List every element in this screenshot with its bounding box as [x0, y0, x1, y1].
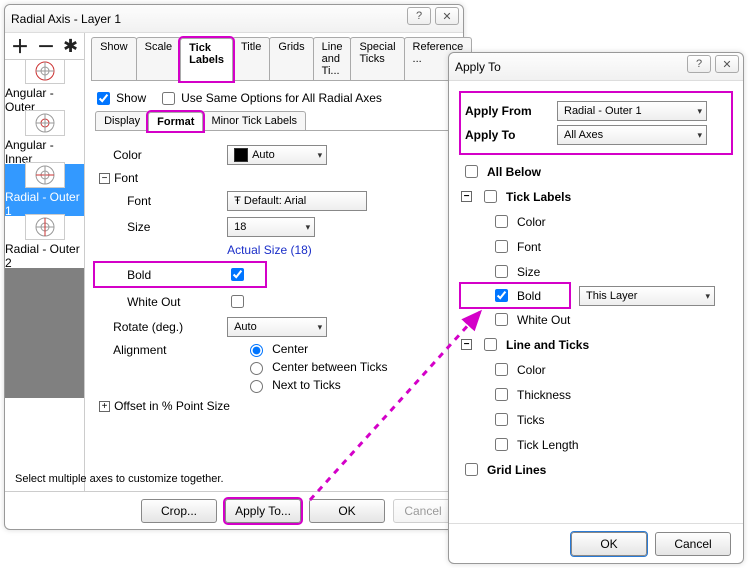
apply-to-select[interactable]: All Axes [557, 125, 707, 145]
sidebar-empty [5, 268, 84, 398]
apply-from-label: Apply From [465, 104, 557, 118]
close-button[interactable]: ✕ [435, 7, 459, 25]
axis-item-radial-outer-2[interactable]: Radial - Outer 2 [5, 216, 84, 268]
apply-to-label: Apply To [465, 128, 557, 142]
opt-size-checkbox[interactable] [495, 265, 508, 278]
font-select[interactable]: Ŧ Default: Arial [227, 191, 367, 211]
show-checkbox[interactable] [97, 92, 110, 105]
ok-button[interactable]: OK [309, 499, 385, 523]
apply-titlebar: Apply To ? ✕ [449, 53, 743, 81]
size-label: Size [95, 220, 227, 234]
subtab-minor[interactable]: Minor Tick Labels [202, 111, 306, 130]
color-label: Color [95, 148, 227, 162]
tab-special-ticks[interactable]: Special Ticks [350, 37, 404, 80]
main-footer: Crop... Apply To... OK Cancel [5, 491, 463, 529]
opt-color-checkbox[interactable] [495, 215, 508, 228]
whiteout-label: White Out [95, 295, 227, 309]
gridlines-checkbox[interactable] [465, 463, 478, 476]
axis-sidebar: ＋ － ✱ Angular - Outer Angular - Inner Ra… [5, 33, 85, 491]
cancel-button[interactable]: Cancel [393, 499, 453, 523]
main-titlebar: Radial Axis - Layer 1 ? ✕ [5, 5, 463, 33]
polar-icon [25, 59, 65, 84]
scope-select[interactable]: This Layer [579, 286, 715, 306]
font-label: Font [95, 194, 227, 208]
lt-ticks-checkbox[interactable] [495, 413, 508, 426]
lineticks-checkbox[interactable] [484, 338, 497, 351]
opt-bold-checkbox[interactable] [495, 289, 508, 302]
apply-cancel-button[interactable]: Cancel [655, 532, 731, 556]
polar-icon [25, 162, 65, 188]
axis-item-radial-outer-1[interactable]: Radial - Outer 1 [5, 164, 84, 216]
subtab-display[interactable]: Display [95, 111, 149, 130]
apply-to-dialog: Apply To ? ✕ Apply From Radial - Outer 1… [448, 52, 744, 564]
sidebar-toolbar: ＋ － ✱ [5, 33, 84, 59]
color-select[interactable]: Auto [227, 145, 327, 165]
status-line: Select multiple axes to customize togeth… [15, 473, 224, 485]
polar-icon [25, 214, 65, 240]
help-button[interactable]: ? [407, 7, 431, 25]
right-pane: Show Scale Tick Labels Title Grids Line … [85, 33, 477, 491]
offset-label: Offset in % Point Size [114, 399, 230, 413]
help-button[interactable]: ? [687, 55, 711, 73]
color-swatch [234, 148, 248, 162]
collapse-icon[interactable]: − [461, 339, 472, 350]
axis-label: Radial - Outer 2 [5, 242, 84, 270]
lt-color-checkbox[interactable] [495, 363, 508, 376]
sub-tabs: Display Format Minor Tick Labels [95, 111, 467, 131]
align-center-radio[interactable] [250, 344, 263, 357]
collapse-icon[interactable]: − [99, 173, 110, 184]
all-below-checkbox[interactable] [465, 165, 478, 178]
tab-show[interactable]: Show [91, 37, 137, 80]
close-button[interactable]: ✕ [715, 55, 739, 73]
whiteout-checkbox[interactable] [231, 295, 244, 308]
opt-font-checkbox[interactable] [495, 240, 508, 253]
tab-title[interactable]: Title [232, 37, 270, 80]
apply-footer: OK Cancel [449, 523, 743, 563]
align-between-radio[interactable] [250, 362, 263, 375]
radial-axis-dialog: Radial Axis - Layer 1 ? ✕ ＋ － ✱ Angular … [4, 4, 464, 530]
polar-icon [25, 110, 65, 136]
opt-whiteout-checkbox[interactable] [495, 313, 508, 326]
font-group-label: Font [114, 171, 138, 185]
gear-icon[interactable]: ✱ [63, 36, 78, 57]
lt-thickness-checkbox[interactable] [495, 388, 508, 401]
axis-list[interactable]: Angular - Outer Angular - Inner Radial -… [5, 59, 84, 491]
tab-grids[interactable]: Grids [269, 37, 313, 80]
subtab-format[interactable]: Format [148, 112, 203, 131]
align-label: Alignment [95, 343, 227, 357]
crop-button[interactable]: Crop... [141, 499, 217, 523]
apply-ok-button[interactable]: OK [571, 532, 647, 556]
show-check[interactable]: Show [97, 91, 146, 105]
lt-ticklen-checkbox[interactable] [495, 438, 508, 451]
size-select[interactable]: 18 [227, 217, 315, 237]
collapse-icon[interactable]: − [461, 191, 472, 202]
rotate-select[interactable]: Auto [227, 317, 327, 337]
same-options-checkbox[interactable] [162, 92, 175, 105]
main-title: Radial Axis - Layer 1 [11, 12, 121, 26]
apply-title: Apply To [455, 60, 501, 74]
bold-label: Bold [95, 268, 227, 282]
tab-scale[interactable]: Scale [136, 37, 182, 80]
minus-icon[interactable]: － [37, 33, 55, 59]
ticklabels-checkbox[interactable] [484, 190, 497, 203]
same-options-check[interactable]: Use Same Options for All Radial Axes [162, 91, 382, 105]
align-next-radio[interactable] [250, 380, 263, 393]
apply-from-select[interactable]: Radial - Outer 1 [557, 101, 707, 121]
tab-tick-labels[interactable]: Tick Labels [180, 38, 233, 81]
axis-item-angular-outer[interactable]: Angular - Outer [5, 60, 84, 112]
axis-item-angular-inner[interactable]: Angular - Inner [5, 112, 84, 164]
tab-line-and-ticks[interactable]: Line and Ti... [313, 37, 352, 80]
rotate-label: Rotate (deg.) [95, 320, 227, 334]
bold-checkbox[interactable] [231, 268, 244, 281]
actual-size-link[interactable]: Actual Size (18) [227, 243, 312, 257]
plus-icon[interactable]: ＋ [11, 33, 29, 59]
apply-to-button[interactable]: Apply To... [225, 499, 301, 523]
main-tabs: Show Scale Tick Labels Title Grids Line … [91, 37, 471, 81]
expand-icon[interactable]: + [99, 401, 110, 412]
